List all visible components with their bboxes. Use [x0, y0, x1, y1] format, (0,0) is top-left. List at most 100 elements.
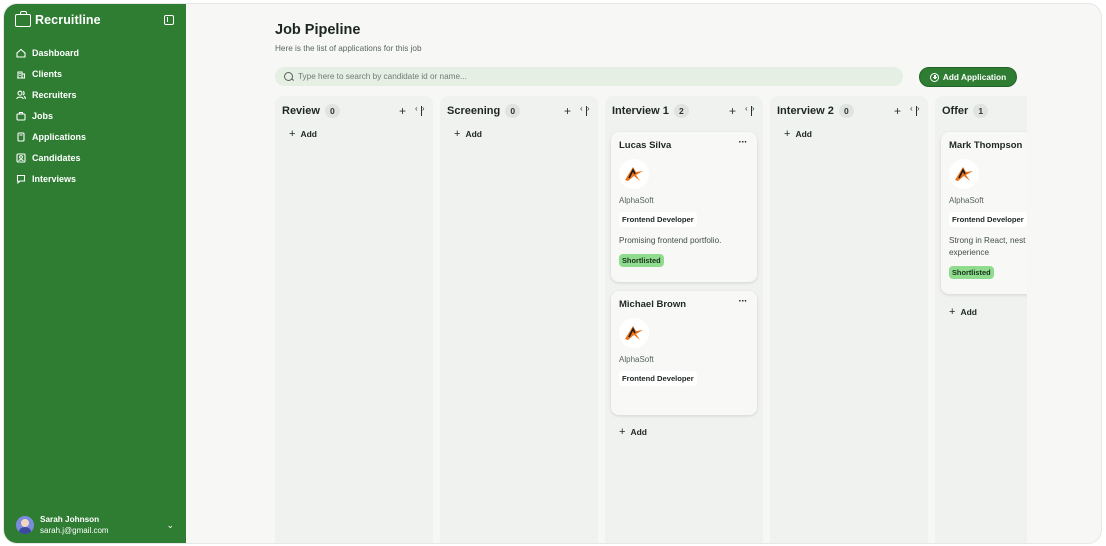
candidate-note: Promising frontend portfolio.	[619, 236, 722, 245]
sidebar-item-recruiters[interactable]: Recruiters	[4, 84, 186, 105]
more-options-icon[interactable]: ···	[739, 137, 748, 148]
chevron-down-icon[interactable]: ⌄	[166, 520, 174, 531]
column-count-badge: 0	[505, 104, 521, 118]
column-review: Review 0 + + Add	[275, 96, 433, 543]
chat-icon	[16, 174, 26, 184]
plus-icon: +	[949, 306, 956, 318]
briefcase-logo-icon	[15, 10, 31, 27]
column-title: Interview 2	[777, 105, 834, 117]
users-icon	[16, 90, 26, 100]
column-screening: Screening 0 + + Add	[440, 96, 598, 543]
sidebar-item-label: Jobs	[32, 110, 54, 121]
candidate-card[interactable]: Lucas Silva ··· AlphaSoft Frontend Devel…	[611, 132, 757, 282]
company-name: AlphaSoft	[619, 355, 654, 364]
company-logo-icon	[949, 159, 979, 189]
user-name: Sarah Johnson	[40, 515, 100, 524]
add-card-button[interactable]: + Add	[770, 126, 928, 142]
sidebar-item-clients[interactable]: Clients	[4, 63, 186, 84]
add-application-label: Add Application	[942, 72, 1007, 82]
column-title: Offer	[942, 105, 969, 117]
sidebar-item-label: Interviews	[32, 173, 77, 184]
sidebar-item-dashboard[interactable]: Dashboard	[4, 42, 186, 63]
column-title: Review	[282, 105, 320, 117]
column-header: Offer 1	[935, 96, 1027, 126]
collapse-column-icon[interactable]	[745, 105, 756, 116]
column-title: Screening	[447, 105, 501, 117]
role-badge: Frontend Developer	[949, 212, 1027, 227]
add-icon[interactable]: +	[894, 105, 901, 117]
search-icon	[284, 72, 293, 81]
plus-icon: +	[454, 128, 461, 140]
brand-name: Recruitline	[35, 13, 101, 27]
sidebar-nav: Dashboard Clients Recruiters Jobs Applic…	[4, 42, 186, 189]
collapse-column-icon[interactable]	[415, 105, 426, 116]
sidebar-item-label: Applications	[32, 131, 87, 142]
add-application-button[interactable]: Add Application	[919, 67, 1017, 87]
sidebar-item-jobs[interactable]: Jobs	[4, 105, 186, 126]
id-card-icon	[16, 152, 26, 163]
search-input[interactable]	[298, 72, 858, 81]
role-badge: Frontend Developer	[619, 212, 697, 227]
column-count-badge: 0	[324, 104, 340, 118]
column-interview-2: Interview 2 0 + + Add	[770, 96, 928, 543]
role-badge: Frontend Developer	[619, 371, 697, 386]
add-card-button[interactable]: + Add	[440, 126, 598, 142]
candidate-name: Lucas Silva	[619, 140, 672, 151]
column-header: Interview 1 2 +	[605, 96, 763, 126]
page-subtitle: Here is the list of applications for thi…	[275, 44, 422, 53]
sidebar-item-label: Clients	[32, 68, 63, 79]
column-interview-1: Interview 1 2 + Lucas Silva ··· AlphaSof…	[605, 96, 763, 543]
user-profile[interactable]: Sarah Johnson sarah.j@gmail.com ⌄	[4, 515, 186, 535]
kanban-board: Review 0 + + Add Screening 0 +	[275, 96, 1027, 543]
app-window: Recruitline Dashboard Clients Recruiters…	[3, 3, 1102, 544]
search-bar[interactable]	[275, 67, 903, 86]
plus-icon: +	[619, 426, 626, 438]
add-card-button[interactable]: + Add	[605, 424, 647, 440]
column-count-badge: 2	[673, 104, 689, 118]
candidate-card[interactable]: Mark Thompson AlphaSoft Frontend Develop…	[941, 132, 1027, 294]
add-label: Add	[960, 307, 977, 317]
add-label: Add	[465, 129, 482, 139]
add-icon[interactable]: +	[729, 105, 736, 117]
home-icon	[16, 48, 26, 58]
plus-icon: +	[784, 128, 791, 140]
collapse-column-icon[interactable]	[580, 105, 591, 116]
plus-icon: +	[289, 128, 296, 140]
column-header: Review 0 +	[275, 96, 433, 126]
column-count-badge: 1	[973, 104, 989, 118]
candidate-card[interactable]: Michael Brown ··· AlphaSoft Frontend Dev…	[611, 291, 757, 415]
main-content: Job Pipeline Here is the list of applica…	[186, 4, 1101, 543]
column-count-badge: 0	[838, 104, 854, 118]
sidebar-item-applications[interactable]: Applications	[4, 126, 186, 147]
sidebar-item-label: Candidates	[32, 152, 81, 163]
add-icon[interactable]: +	[399, 105, 406, 117]
candidate-note: Strong in React, nest experience	[949, 236, 1026, 257]
sidebar: Recruitline Dashboard Clients Recruiters…	[4, 4, 186, 543]
document-icon	[16, 131, 26, 142]
add-card-button[interactable]: + Add	[275, 126, 433, 142]
sidebar-item-interviews[interactable]: Interviews	[4, 168, 186, 189]
add-card-button[interactable]: + Add	[935, 304, 977, 320]
company-name: AlphaSoft	[949, 196, 984, 205]
add-label: Add	[795, 129, 812, 139]
more-options-icon[interactable]: ···	[739, 296, 748, 307]
plus-circle-icon	[929, 72, 939, 82]
add-label: Add	[300, 129, 317, 139]
avatar	[16, 516, 34, 534]
status-badge: Shortlisted	[619, 254, 664, 267]
collapse-column-icon[interactable]	[910, 105, 921, 116]
user-email: sarah.j@gmail.com	[40, 526, 109, 535]
company-name: AlphaSoft	[619, 196, 654, 205]
column-header: Interview 2 0 +	[770, 96, 928, 126]
brand[interactable]: Recruitline	[4, 4, 186, 36]
add-icon[interactable]: +	[564, 105, 571, 117]
collapse-sidebar-icon[interactable]	[164, 15, 174, 25]
company-logo-icon	[619, 318, 649, 348]
sidebar-item-label: Recruiters	[32, 89, 77, 100]
briefcase-icon	[16, 111, 26, 121]
candidate-name: Michael Brown	[619, 299, 687, 310]
sidebar-item-candidates[interactable]: Candidates	[4, 147, 186, 168]
company-logo-icon	[619, 159, 649, 189]
status-badge: Shortlisted	[949, 266, 994, 279]
column-offer: Offer 1 Mark Thompson AlphaSoft Frontend…	[935, 96, 1027, 543]
